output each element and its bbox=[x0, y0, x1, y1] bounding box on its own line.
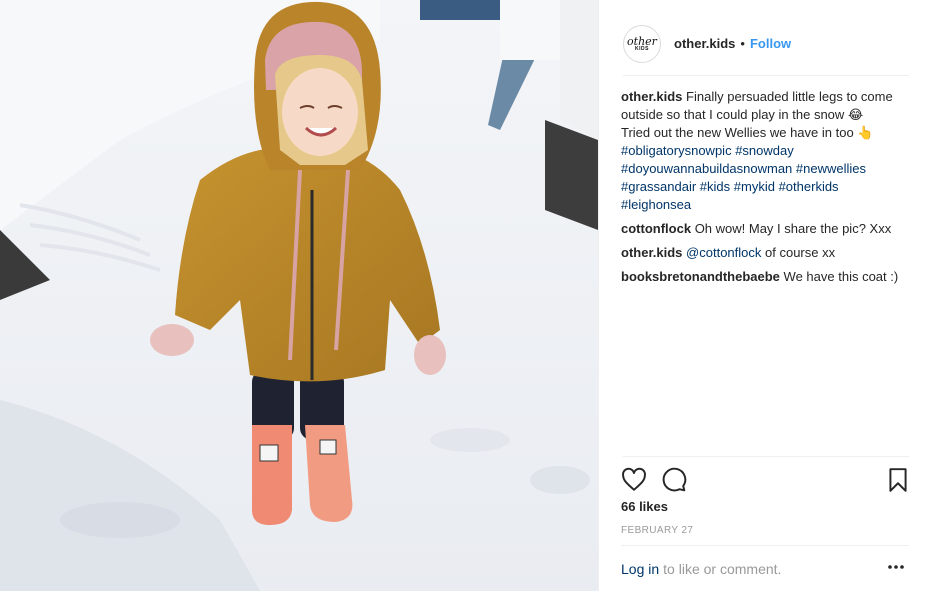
comment-username[interactable]: cottonflock bbox=[621, 221, 691, 236]
comment-mention[interactable]: @cottonflock bbox=[686, 245, 761, 260]
comment-text: Oh wow! May I share the pic? Xxx bbox=[694, 221, 892, 236]
instagram-post: other KIDS other.kids • Follow other.kid… bbox=[0, 0, 928, 591]
separator-dot: • bbox=[740, 36, 745, 51]
hashtag[interactable]: #newwellies bbox=[796, 161, 866, 176]
comment-username[interactable]: other.kids bbox=[621, 245, 682, 260]
hashtag[interactable]: #leighonsea bbox=[621, 197, 691, 212]
comments-list: other.kids Finally persuaded little legs… bbox=[621, 88, 911, 292]
caption-text-2: Tried out the new Wellies we have in too bbox=[621, 125, 854, 140]
bookmark-icon[interactable] bbox=[885, 467, 911, 493]
speech-bubble-icon[interactable] bbox=[661, 467, 687, 493]
comment: other.kids @cottonflock of course xx bbox=[621, 244, 911, 262]
logo: other KIDS bbox=[627, 34, 657, 52]
follow-button[interactable]: Follow bbox=[750, 36, 791, 51]
action-bar bbox=[621, 456, 911, 500]
more-options-icon[interactable] bbox=[887, 564, 905, 570]
caption: other.kids Finally persuaded little legs… bbox=[621, 88, 911, 214]
caption-username[interactable]: other.kids bbox=[621, 89, 682, 104]
pointing-emoji: 👆 bbox=[857, 125, 874, 140]
login-link[interactable]: Log in bbox=[621, 561, 659, 577]
hashtag[interactable]: #otherkids bbox=[779, 179, 839, 194]
heart-icon[interactable] bbox=[621, 467, 647, 493]
comment-text: We have this coat :) bbox=[783, 269, 899, 284]
hashtag[interactable]: #kids bbox=[700, 179, 730, 194]
comment: booksbretonandthebaebe We have this coat… bbox=[621, 268, 911, 286]
post-photo[interactable] bbox=[0, 0, 598, 591]
login-prompt: Log in to like or comment. bbox=[621, 545, 909, 591]
comment-text: of course xx bbox=[765, 245, 836, 260]
hashtag[interactable]: #snowday bbox=[735, 143, 794, 158]
author-username[interactable]: other.kids bbox=[674, 36, 735, 51]
login-prompt-text: to like or comment. bbox=[663, 560, 782, 577]
avatar[interactable]: other KIDS bbox=[623, 24, 661, 63]
laughing-emoji: 😂 bbox=[847, 107, 864, 122]
photo-illustration bbox=[0, 0, 598, 591]
post-sidebar: other KIDS other.kids • Follow other.kid… bbox=[598, 0, 928, 591]
comment-username[interactable]: booksbretonandthebaebe bbox=[621, 269, 780, 284]
hashtag[interactable]: #obligatorysnowpic bbox=[621, 143, 732, 158]
comment: cottonflock Oh wow! May I share the pic?… bbox=[621, 220, 911, 238]
post-date: FEBRUARY 27 bbox=[621, 525, 694, 536]
likes-count[interactable]: 66 likes bbox=[621, 499, 668, 514]
hashtag[interactable]: #grassandair bbox=[621, 179, 696, 194]
hashtag[interactable]: #mykid bbox=[734, 179, 775, 194]
hashtag[interactable]: #doyouwannabuildasnowman bbox=[621, 161, 792, 176]
post-header: other KIDS other.kids • Follow bbox=[623, 16, 909, 76]
